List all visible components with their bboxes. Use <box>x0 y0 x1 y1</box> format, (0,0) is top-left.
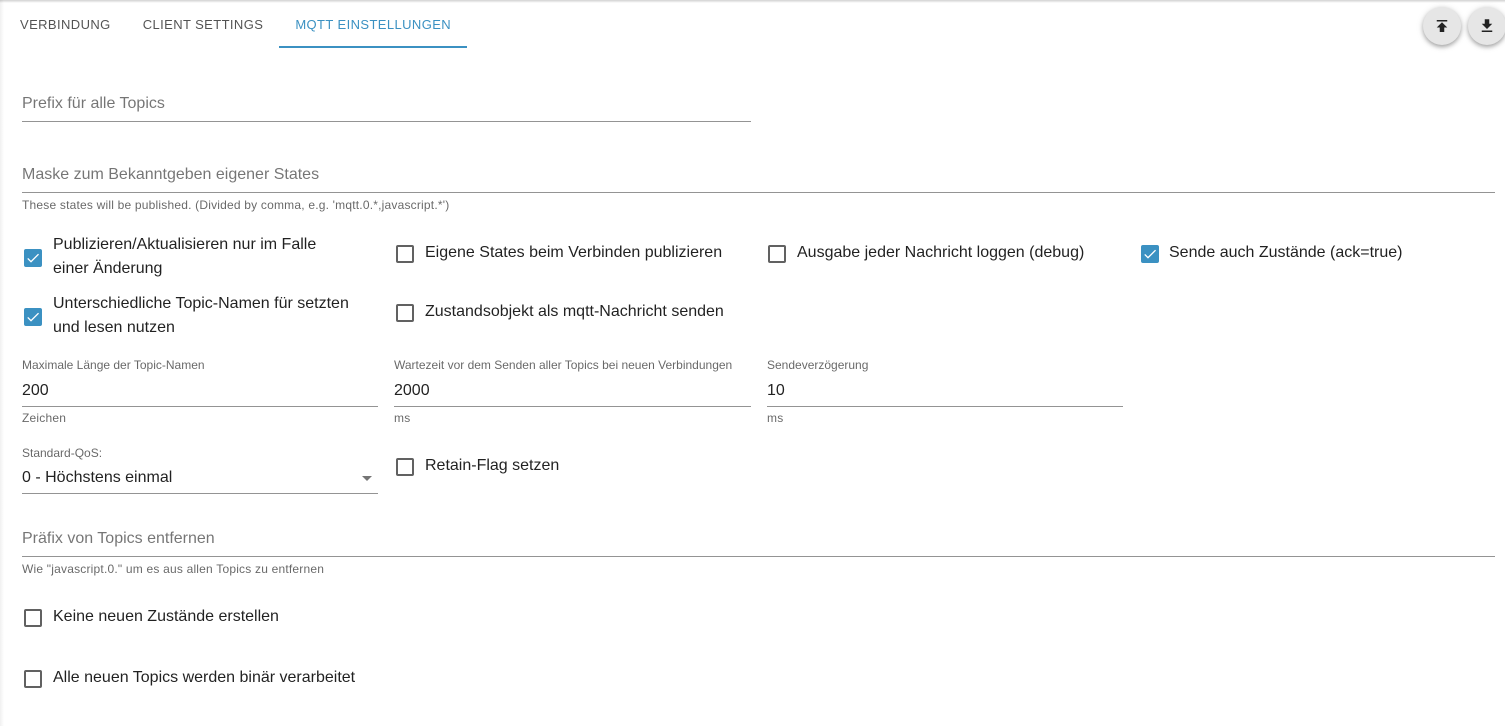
tab-verbindung[interactable]: VERBINDUNG <box>4 0 127 48</box>
binary-topics-checkbox[interactable]: Alle neuen Topics werden binär verarbeit… <box>22 666 422 692</box>
send-delay-value: 10 <box>767 382 785 399</box>
different-topic-names-label-2: und lesen nutzen <box>53 319 175 336</box>
send-ack-true-checkbox[interactable]: Sende auch Zustände (ack=true) <box>1139 241 1479 267</box>
debug-log-label: Ausgabe jeder Nachricht loggen (debug) <box>797 244 1085 261</box>
remove-prefix-helper-text: Wie "javascript.0." um es aus allen Topi… <box>22 562 325 576</box>
tab-mqtt-einstellungen[interactable]: MQTT EINSTELLUNGEN <box>279 0 467 48</box>
max-topic-length-unit: Zeichen <box>22 411 67 425</box>
publish-own-on-connect-label: Eigene States beim Verbinden publizieren <box>425 244 723 261</box>
checkbox-checked <box>24 308 42 326</box>
wait-time-unit: ms <box>394 411 411 425</box>
checkbox-unchecked <box>396 304 414 322</box>
upload-icon <box>1436 20 1448 32</box>
checkbox-checked <box>24 249 42 267</box>
checkbox-unchecked <box>24 670 42 688</box>
send-ack-true-label: Sende auch Zustände (ack=true) <box>1169 244 1403 261</box>
no-new-states-checkbox[interactable]: Keine neuen Zustände erstellen <box>22 605 382 631</box>
left-edge <box>0 0 4 726</box>
tab-bar: VERBINDUNG CLIENT SETTINGS MQTT EINSTELL… <box>4 0 467 48</box>
wait-time-label: Wartezeit vor dem Senden aller Topics be… <box>394 358 733 372</box>
checkbox-unchecked <box>24 609 42 627</box>
mask-helper-text: These states will be published. (Divided… <box>22 198 450 212</box>
send-delay-label: Sendeverzögerung <box>767 358 869 372</box>
check-icon <box>1144 249 1156 259</box>
qos-value: 0 - Höchstens einmal <box>22 469 173 486</box>
debug-log-checkbox[interactable]: Ausgabe jeder Nachricht loggen (debug) <box>766 241 1126 267</box>
dropdown-arrow-icon <box>362 476 372 481</box>
qos-select[interactable]: 0 - Höchstens einmal <box>22 462 378 494</box>
check-icon <box>27 253 39 263</box>
retain-flag-checkbox[interactable]: Retain-Flag setzen <box>394 454 694 480</box>
remove-prefix-placeholder: Präfix von Topics entfernen <box>22 530 215 547</box>
remove-prefix-input[interactable]: Präfix von Topics entfernen <box>22 521 1495 557</box>
state-object-message-label: Zustandsobjekt als mqtt-Nachricht senden <box>425 303 724 320</box>
max-topic-length-input[interactable]: 200 <box>22 374 378 407</box>
binary-topics-label: Alle neuen Topics werden binär verarbeit… <box>53 669 356 686</box>
max-topic-length-value: 200 <box>22 382 49 399</box>
different-topic-names-label-1: Unterschiedliche Topic-Namen für setzten <box>53 295 349 312</box>
qos-label: Standard-QoS: <box>22 446 103 460</box>
checkbox-unchecked <box>396 458 414 476</box>
upload-button[interactable] <box>1423 7 1461 45</box>
wait-time-value: 2000 <box>394 382 430 399</box>
prefix-placeholder: Prefix für alle Topics <box>22 95 165 112</box>
publish-own-on-connect-checkbox[interactable]: Eigene States beim Verbinden publizieren <box>394 241 754 267</box>
different-topic-names-checkbox[interactable]: Unterschiedliche Topic-Namen für setzten… <box>22 295 382 343</box>
send-delay-unit: ms <box>767 411 784 425</box>
tab-client-settings[interactable]: CLIENT SETTINGS <box>127 0 280 48</box>
download-button[interactable] <box>1468 7 1505 45</box>
state-object-message-checkbox[interactable]: Zustandsobjekt als mqtt-Nachricht senden <box>394 300 754 326</box>
prefix-input[interactable]: Prefix für alle Topics <box>22 86 751 122</box>
checkbox-checked <box>1141 245 1159 263</box>
checkbox-unchecked <box>768 245 786 263</box>
mask-input[interactable]: Maske zum Bekanntgeben eigener States <box>22 155 1495 193</box>
publish-on-change-label-1: Publizieren/Aktualisieren nur im Falle <box>53 236 317 253</box>
check-icon <box>27 312 39 322</box>
publish-on-change-label-2: einer Änderung <box>53 260 163 277</box>
mask-placeholder: Maske zum Bekanntgeben eigener States <box>22 166 320 183</box>
wait-time-input[interactable]: 2000 <box>394 374 751 407</box>
retain-flag-label: Retain-Flag setzen <box>425 457 560 474</box>
publish-on-change-checkbox[interactable]: Publizieren/Aktualisieren nur im Falle e… <box>22 236 382 284</box>
max-topic-length-label: Maximale Länge der Topic-Namen <box>22 358 205 372</box>
download-icon <box>1481 19 1493 32</box>
checkbox-unchecked <box>396 245 414 263</box>
send-delay-input[interactable]: 10 <box>767 374 1123 407</box>
no-new-states-label: Keine neuen Zustände erstellen <box>53 608 279 625</box>
